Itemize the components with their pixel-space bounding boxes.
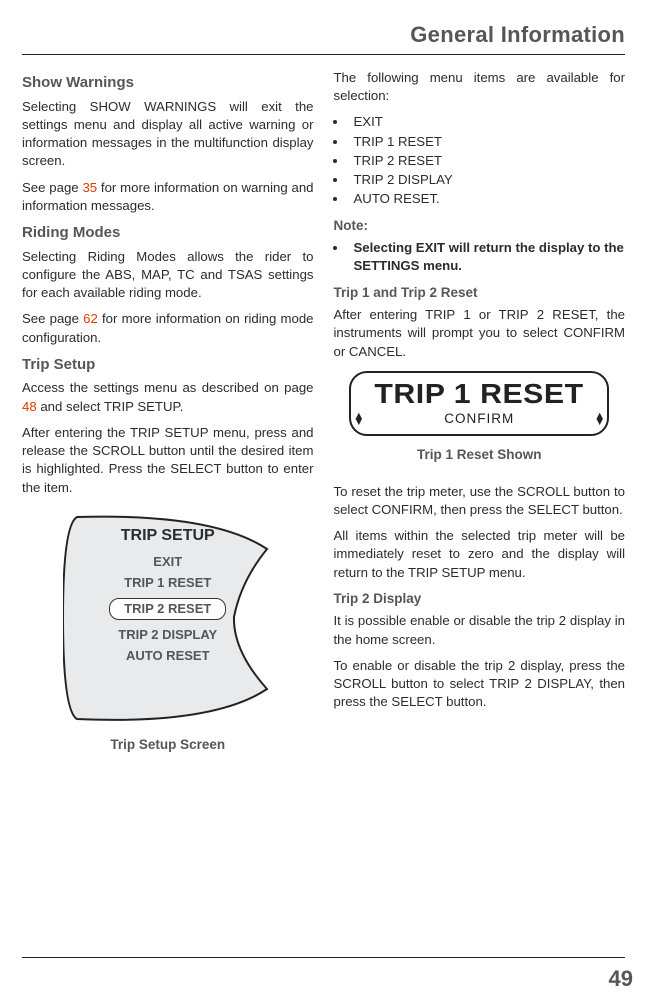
trip-setup-fig-caption: Trip Setup Screen <box>22 736 314 755</box>
note-heading: Note: <box>334 217 626 236</box>
trip-setup-fig-item-trip2reset-selected: TRIP 2 RESET <box>109 598 226 620</box>
column-left: Show Warnings Selecting SHOW WARNINGS wi… <box>22 69 314 772</box>
trip1-reset-figure-title: TRIP 1 RESET <box>341 375 617 414</box>
riding-modes-text-1: Selecting Riding Modes allows the rider … <box>22 248 314 303</box>
menu-item: EXIT <box>348 113 626 131</box>
trip2-display-heading: Trip 2 Display <box>334 590 626 609</box>
header-title: General Information <box>22 22 625 48</box>
trip-setup-screen-figure: TRIP SETUP EXIT TRIP 1 RESET TRIP 2 RESE… <box>63 511 273 726</box>
trip-setup-fig-item-trip1reset: TRIP 1 RESET <box>63 574 273 592</box>
menu-intro: The following menu items are available f… <box>334 69 626 105</box>
page-link-35: 35 <box>82 180 97 195</box>
page-link-62: 62 <box>83 311 98 326</box>
show-warnings-heading: Show Warnings <box>22 73 314 94</box>
updown-arrows-icon: ▲▼ <box>594 413 605 425</box>
menu-item: TRIP 2 DISPLAY <box>348 171 626 189</box>
note-item: Selecting EXIT will return the display t… <box>348 239 626 275</box>
trip-setup-fig-item-trip2display: TRIP 2 DISPLAY <box>63 626 273 644</box>
trip-setup-fig-item-exit: EXIT <box>63 553 273 571</box>
show-warnings-text-1: Selecting SHOW WARNINGS will exit the se… <box>22 98 314 171</box>
trip-setup-fig-title: TRIP SETUP <box>63 525 273 547</box>
column-right: The following menu items are available f… <box>334 69 626 772</box>
trip2-display-text-1: It is possible enable or disable the tri… <box>334 612 626 648</box>
trip-setup-fig-item-autoreset: AUTO RESET <box>63 647 273 665</box>
trip1-2-reset-text: After entering TRIP 1 or TRIP 2 RESET, t… <box>334 306 626 361</box>
header-rule <box>22 54 625 55</box>
available-menu-list: EXIT TRIP 1 RESET TRIP 2 RESET TRIP 2 DI… <box>334 113 626 208</box>
trip-setup-text-1: Access the settings menu as described on… <box>22 379 314 415</box>
footer-rule <box>22 957 625 958</box>
reset-text-1: To reset the trip meter, use the SCROLL … <box>334 483 626 519</box>
menu-item: AUTO RESET. <box>348 190 626 208</box>
trip2-display-text-2: To enable or disable the trip 2 display,… <box>334 657 626 712</box>
trip1-2-reset-heading: Trip 1 and Trip 2 Reset <box>334 284 626 303</box>
riding-modes-heading: Riding Modes <box>22 223 314 244</box>
trip-setup-heading: Trip Setup <box>22 355 314 376</box>
riding-modes-text-2: See page 62 for more information on ridi… <box>22 310 314 346</box>
trip-setup-text-2: After entering the TRIP SETUP menu, pres… <box>22 424 314 497</box>
menu-item: TRIP 1 RESET <box>348 133 626 151</box>
show-warnings-text-2: See page 35 for more information on warn… <box>22 179 314 215</box>
two-column-layout: Show Warnings Selecting SHOW WARNINGS wi… <box>22 69 625 772</box>
note-list: Selecting EXIT will return the display t… <box>334 239 626 275</box>
menu-item: TRIP 2 RESET <box>348 152 626 170</box>
trip1-reset-figure-caption: Trip 1 Reset Shown <box>334 446 626 465</box>
trip1-reset-figure: TRIP 1 RESET ▲▼ CONFIRM ▲▼ <box>349 371 609 436</box>
page-number: 49 <box>609 966 633 992</box>
updown-arrows-icon: ▲▼ <box>353 413 364 425</box>
page-link-48: 48 <box>22 399 37 414</box>
reset-text-2: All items within the selected trip meter… <box>334 527 626 582</box>
